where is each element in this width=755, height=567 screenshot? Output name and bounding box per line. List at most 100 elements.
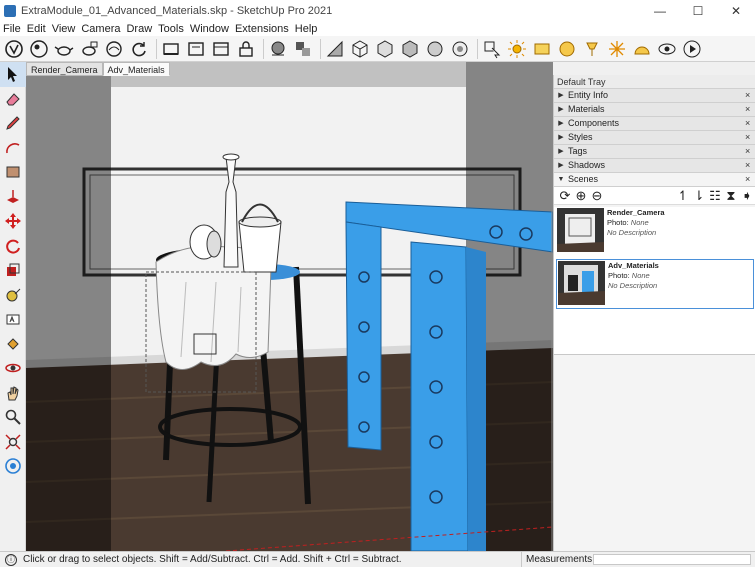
rectangle-tool[interactable]	[0, 160, 26, 185]
refresh-icon[interactable]	[128, 38, 150, 60]
close-icon[interactable]: ×	[745, 173, 755, 186]
render-cloud-icon[interactable]	[103, 38, 125, 60]
scene-tabs: Render_Camera Adv_Materials	[26, 62, 170, 76]
dome-icon[interactable]	[631, 38, 653, 60]
panel-components[interactable]: ▶ Components ×	[554, 117, 755, 131]
menu-edit[interactable]: Edit	[24, 22, 49, 36]
refresh-icon[interactable]: ⟳	[557, 188, 573, 204]
panel-scenes[interactable]: ▼ Scenes ×	[554, 173, 755, 187]
window-icon[interactable]	[210, 38, 232, 60]
rotate-icon	[6, 239, 20, 254]
move-down-icon[interactable]: ⇂	[691, 188, 707, 204]
text-icon	[6, 314, 20, 325]
move-tool[interactable]	[0, 209, 26, 234]
rotate-tool[interactable]	[0, 234, 26, 259]
left-tool-palette	[0, 62, 26, 551]
select-mode-icon[interactable]	[481, 38, 503, 60]
info-icon[interactable]: ⓘ	[5, 553, 17, 566]
measurements-input[interactable]	[593, 554, 751, 565]
minimize-button[interactable]: —	[641, 0, 679, 22]
panel-materials[interactable]: ▶ Materials ×	[554, 103, 755, 117]
frame-buffer-icon[interactable]	[160, 38, 182, 60]
orbit-tool[interactable]	[0, 356, 26, 381]
maximize-button[interactable]: ☐	[679, 0, 717, 22]
close-icon[interactable]: ×	[745, 145, 755, 158]
text-tool[interactable]	[0, 307, 26, 332]
close-button[interactable]: ✕	[717, 0, 755, 22]
select-tool[interactable]	[0, 62, 26, 87]
lamp-icon[interactable]	[581, 38, 603, 60]
menu-camera[interactable]: Camera	[78, 22, 123, 36]
flyout-icon[interactable]: ➧	[739, 188, 755, 204]
status-bar: ⓘ Click or drag to select objects. Shift…	[0, 551, 755, 567]
rect-light-icon[interactable]	[531, 38, 553, 60]
eraser-tool[interactable]	[0, 87, 26, 112]
3d-viewport[interactable]: Render_Camera Adv_Materials	[26, 62, 553, 551]
arc-tool[interactable]	[0, 136, 26, 161]
menu-view[interactable]: View	[49, 22, 79, 36]
menu-tools[interactable]: Tools	[155, 22, 187, 36]
close-icon[interactable]: ×	[745, 103, 755, 116]
lights-gen-icon[interactable]	[185, 38, 207, 60]
asset-editor-icon[interactable]	[28, 38, 50, 60]
menu-draw[interactable]: Draw	[123, 22, 155, 36]
pushpull-tool[interactable]	[0, 185, 26, 210]
hand-tool[interactable]	[0, 381, 26, 406]
panel-label: Entity Info	[568, 90, 609, 100]
lock-icon[interactable]	[235, 38, 257, 60]
box4-icon[interactable]	[424, 38, 446, 60]
panel-label: Styles	[568, 132, 593, 142]
box2-icon[interactable]	[374, 38, 396, 60]
zoom-extents-tool[interactable]	[0, 430, 26, 455]
omni-light-icon[interactable]	[606, 38, 628, 60]
toolbar-separator	[320, 38, 321, 59]
shade-icon[interactable]	[324, 38, 346, 60]
teapot-icon[interactable]	[53, 38, 75, 60]
box3-icon[interactable]	[399, 38, 421, 60]
scale-tool[interactable]	[0, 258, 26, 283]
tape-tool[interactable]	[0, 283, 26, 308]
zoom-tool[interactable]	[0, 405, 26, 430]
details-icon[interactable]: ⧗	[723, 188, 739, 204]
panel-styles[interactable]: ▶ Styles ×	[554, 131, 755, 145]
add-icon[interactable]: ⊕	[573, 188, 589, 204]
expand-icon: ▶	[558, 148, 564, 155]
paint-bucket-tool[interactable]	[0, 332, 26, 357]
menu-help[interactable]: Help	[292, 22, 321, 36]
sun-icon[interactable]	[506, 38, 528, 60]
vray-logo-icon[interactable]	[3, 38, 25, 60]
scene-item[interactable]: Render_Camera Photo: None No Description	[556, 207, 754, 257]
interactive-render-icon[interactable]	[78, 38, 100, 60]
pencil-tool[interactable]	[0, 111, 26, 136]
mesh-light-icon[interactable]	[292, 38, 314, 60]
pushpull-icon	[7, 189, 19, 203]
rectangle-icon	[6, 166, 20, 178]
tray-title: Default Tray	[554, 75, 755, 89]
view-options-icon[interactable]: ☷	[707, 188, 723, 204]
sketchup-app-icon	[4, 5, 16, 17]
menu-window[interactable]: Window	[187, 22, 232, 36]
menu-file[interactable]: File	[0, 22, 24, 36]
scene-tab-render-camera[interactable]: Render_Camera	[26, 62, 103, 76]
move-up-icon[interactable]: ↿	[675, 188, 691, 204]
close-icon[interactable]: ×	[745, 131, 755, 144]
remove-icon[interactable]: ⊖	[589, 188, 605, 204]
panel-tags[interactable]: ▶ Tags ×	[554, 145, 755, 159]
scene-thumbnail	[558, 261, 605, 305]
warehouse-tool[interactable]	[0, 454, 26, 479]
scene-item-selected[interactable]: Adv_Materials Photo: None No Description	[556, 259, 754, 309]
scene-tab-adv-materials[interactable]: Adv_Materials	[102, 62, 170, 76]
close-icon[interactable]: ×	[745, 117, 755, 130]
window-controls: — ☐ ✕	[641, 0, 755, 22]
close-icon[interactable]: ×	[745, 89, 755, 102]
panel-shadows[interactable]: ▶ Shadows ×	[554, 159, 755, 173]
sphere-icon[interactable]	[556, 38, 578, 60]
play-icon[interactable]	[681, 38, 703, 60]
close-icon[interactable]: ×	[745, 159, 755, 172]
box-icon[interactable]	[349, 38, 371, 60]
eye-icon[interactable]	[656, 38, 678, 60]
panel-entity-info[interactable]: ▶ Entity Info ×	[554, 89, 755, 103]
menu-extensions[interactable]: Extensions	[232, 22, 292, 36]
sphere-light-icon[interactable]	[267, 38, 289, 60]
box5-icon[interactable]	[449, 38, 471, 60]
